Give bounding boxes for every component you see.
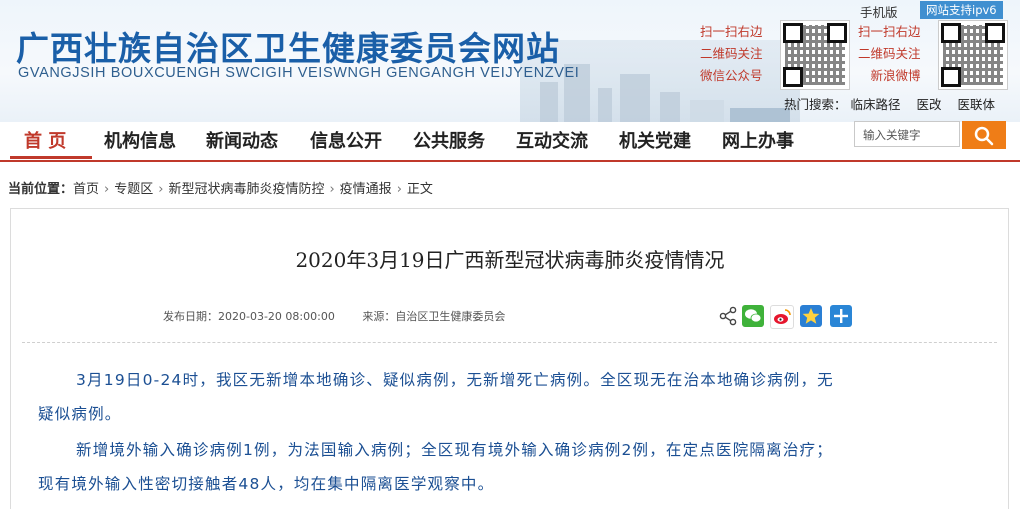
nav-info-public[interactable]: 信息公开 bbox=[310, 127, 382, 153]
nav-news[interactable]: 新闻动态 bbox=[206, 127, 278, 153]
breadcrumb: 当前位置：首页 › 专题区 › 新型冠状病毒肺炎疫情防控 › 疫情通报 › 正文 bbox=[8, 182, 433, 197]
site-banner: 广西壮族自治区卫生健康委员会网站 GVANGJSIH BOUXCUENGH SW… bbox=[0, 0, 1020, 122]
nav-party[interactable]: 机关党建 bbox=[619, 127, 691, 153]
qzone-star-icon[interactable] bbox=[800, 305, 822, 327]
nav-interaction[interactable]: 互动交流 bbox=[516, 127, 588, 153]
breadcrumb-label: 当前位置： bbox=[8, 182, 74, 197]
wechat-qr-code bbox=[780, 20, 850, 90]
wechat-qr-caption: 扫一扫右边 二维码关注 微信公众号 bbox=[700, 24, 763, 83]
nav-home[interactable]: 首 页 bbox=[24, 127, 66, 153]
breadcrumb-current: 正文 bbox=[406, 182, 433, 197]
hot-term-link[interactable]: 医联体 bbox=[958, 97, 996, 112]
search-input[interactable]: 输入关键字 bbox=[854, 121, 960, 147]
nav-institution[interactable]: 机构信息 bbox=[104, 127, 176, 153]
wechat-icon[interactable] bbox=[742, 305, 764, 327]
weibo-qr-code bbox=[938, 20, 1008, 90]
publish-date: 发布日期：2020-03-20 08:00:00 bbox=[163, 310, 335, 323]
article-title: 2020年3月19日广西新型冠状病毒肺炎疫情情况 bbox=[295, 248, 725, 272]
article-paragraph-line: 新增境外输入确诊病例1例，为法国输入病例；全区现有境外输入确诊病例2例，在定点医… bbox=[76, 441, 833, 459]
breadcrumb-link[interactable]: 新型冠状病毒肺炎疫情防控 bbox=[168, 182, 324, 197]
active-nav-indicator bbox=[10, 156, 92, 159]
breadcrumb-link[interactable]: 首页 bbox=[73, 182, 99, 197]
hot-term-link[interactable]: 临床路径 bbox=[851, 97, 901, 112]
article-paragraph-line: 现有境外输入性密切接触者48人，均在集中隔离医学观察中。 bbox=[38, 475, 495, 493]
weibo-icon[interactable] bbox=[770, 305, 794, 329]
weibo-qr-caption: 扫一扫右边 二维码关注 新浪微博 bbox=[858, 24, 921, 83]
article-source: 来源：自治区卫生健康委员会 bbox=[362, 310, 506, 323]
site-subtitle: GVANGJSIH BOUXCUENGH SWCIGIH VEISWNGH GE… bbox=[18, 65, 580, 81]
search-button[interactable] bbox=[962, 121, 1006, 149]
search-icon bbox=[974, 126, 994, 146]
ipv6-badge: 网站支持ipv6 bbox=[920, 1, 1003, 19]
more-plus-icon[interactable] bbox=[830, 305, 852, 327]
article-paragraph-line: 3月19日0-24时，我区无新增本地确诊、疑似病例，无新增死亡病例。全区现无在治… bbox=[76, 371, 834, 389]
mobile-version-link[interactable]: 手机版 bbox=[860, 2, 898, 21]
article-meta: 发布日期：2020-03-20 08:00:00 来源：自治区卫生健康委员会 bbox=[163, 308, 529, 324]
meta-divider bbox=[22, 342, 997, 343]
breadcrumb-link[interactable]: 疫情通报 bbox=[340, 182, 392, 197]
breadcrumb-link[interactable]: 专题区 bbox=[114, 182, 153, 197]
hot-search: 热门搜索： 临床路径 医改 医联体 bbox=[784, 94, 1007, 113]
share-icon[interactable] bbox=[718, 305, 738, 327]
hot-term-link[interactable]: 医改 bbox=[917, 97, 942, 112]
hot-search-label: 热门搜索： bbox=[784, 97, 847, 112]
nav-public-service[interactable]: 公共服务 bbox=[413, 127, 485, 153]
nav-divider bbox=[0, 160, 1020, 162]
article-paragraph-line: 疑似病例。 bbox=[38, 405, 122, 423]
nav-online-service[interactable]: 网上办事 bbox=[722, 127, 794, 153]
site-title[interactable]: 广西壮族自治区卫生健康委员会网站 bbox=[16, 22, 560, 70]
